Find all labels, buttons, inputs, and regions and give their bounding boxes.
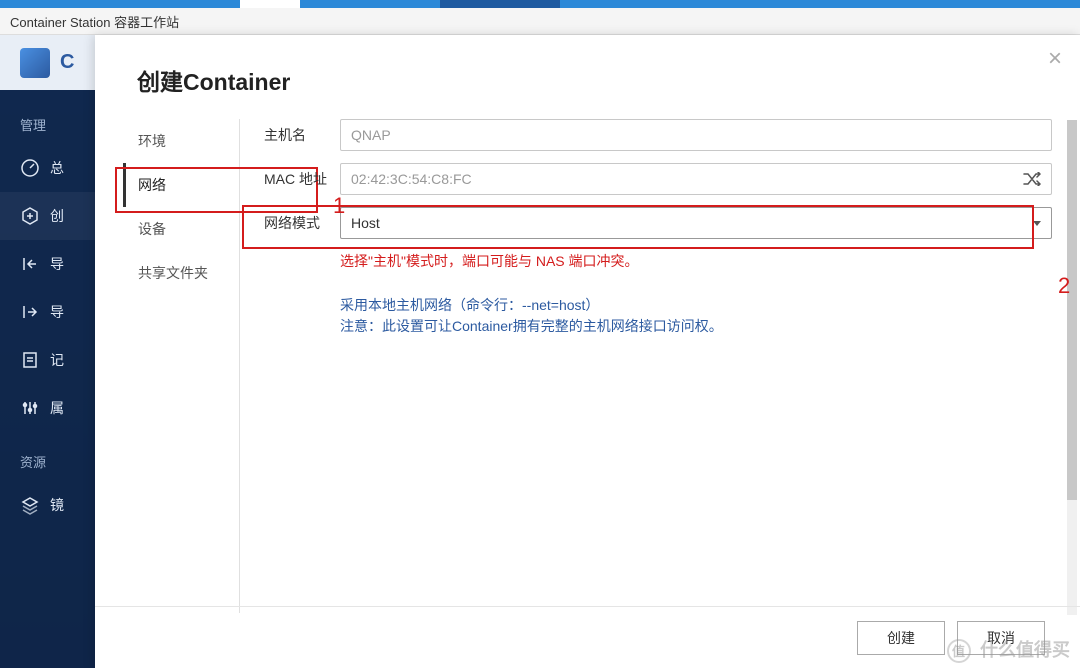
sidebar-label: 创	[50, 206, 64, 226]
sidebar-category-manage: 管理	[0, 105, 95, 144]
chevron-down-icon	[1033, 221, 1041, 226]
mac-row: MAC 地址 02:42:3C:54:C8:FC	[264, 163, 1052, 195]
window-header: Container Station 容器工作站	[0, 8, 1080, 35]
watermark-text: 什么值得买	[980, 640, 1070, 660]
sidebar-item-import[interactable]: 导	[0, 240, 95, 288]
info-line-1: 采用本地主机网络（命令行：--net=host）	[340, 295, 1052, 316]
watermark: 什么值得买	[947, 636, 1070, 663]
sidebar-label: 记	[50, 350, 64, 370]
sidebar-label: 镜	[50, 495, 64, 515]
settings-tabs: 环境 网络 设备 共享文件夹	[95, 119, 240, 613]
tab-device[interactable]: 设备	[123, 207, 239, 251]
network-mode-select[interactable]: Host	[340, 207, 1052, 239]
gauge-icon	[20, 158, 40, 178]
app-brand-text: C	[60, 51, 74, 74]
mac-value: 02:42:3C:54:C8:FC	[351, 171, 472, 187]
sidebar-label: 属	[50, 398, 64, 418]
sidebar-item-create[interactable]: 创	[0, 192, 95, 240]
window-title: Container Station 容器工作站	[10, 12, 179, 31]
desktop-taskbar	[0, 0, 1080, 8]
modal-footer: 创建 取消	[95, 606, 1080, 668]
app-sidebar: 管理 总 创 导 导 记 属 资源 镜	[0, 90, 95, 668]
watermark-icon	[947, 639, 971, 663]
shuffle-icon[interactable]	[1023, 172, 1041, 186]
sidebar-item-export[interactable]: 导	[0, 288, 95, 336]
tab-shared-folder[interactable]: 共享文件夹	[123, 251, 239, 295]
sidebar-item-images[interactable]: 镜	[0, 481, 95, 529]
annotation-1: 1	[333, 193, 345, 219]
network-mode-row: 网络模式 Host	[264, 207, 1052, 239]
create-button[interactable]: 创建	[857, 621, 945, 655]
modal-content: 环境 网络 设备 共享文件夹 主机名 QNAP MAC 地址 02:42:3C:…	[95, 119, 1080, 614]
annotation-2: 2	[1058, 273, 1070, 299]
document-icon	[20, 350, 40, 370]
sidebar-category-resource: 资源	[0, 442, 95, 481]
sidebar-item-properties[interactable]: 属	[0, 384, 95, 432]
sidebar-label: 导	[50, 254, 64, 274]
close-icon[interactable]: ×	[1048, 45, 1062, 73]
hostname-row: 主机名 QNAP	[264, 119, 1052, 151]
info-line-2: 注意：此设置可让Container拥有完整的主机网络接口访问权。	[340, 316, 1052, 337]
form-area: 主机名 QNAP MAC 地址 02:42:3C:54:C8:FC 网络模式 H…	[240, 119, 1080, 613]
network-mode-label: 网络模式	[264, 213, 340, 233]
plus-hexagon-icon	[20, 206, 40, 226]
sidebar-item-overview[interactable]: 总	[0, 144, 95, 192]
app-logo	[20, 48, 50, 78]
tab-environment[interactable]: 环境	[123, 119, 239, 163]
layers-icon	[20, 495, 40, 515]
mac-input[interactable]: 02:42:3C:54:C8:FC	[340, 163, 1052, 195]
modal-title: 创建Container	[95, 35, 1080, 119]
mac-label: MAC 地址	[264, 169, 340, 189]
sliders-icon	[20, 398, 40, 418]
hostname-value: QNAP	[351, 127, 391, 143]
info-text: 采用本地主机网络（命令行：--net=host） 注意：此设置可让Contain…	[340, 295, 1052, 337]
import-icon	[20, 254, 40, 274]
sidebar-item-logs[interactable]: 记	[0, 336, 95, 384]
network-mode-value: Host	[351, 215, 380, 231]
create-container-modal: × 创建Container 环境 网络 设备 共享文件夹 主机名 QNAP MA…	[95, 35, 1080, 668]
export-icon	[20, 302, 40, 322]
sidebar-label: 导	[50, 302, 64, 322]
hostname-input[interactable]: QNAP	[340, 119, 1052, 151]
warning-text: 选择"主机"模式时，端口可能与 NAS 端口冲突。	[340, 251, 1052, 271]
sidebar-label: 总	[50, 158, 64, 178]
hostname-label: 主机名	[264, 125, 340, 145]
tab-network[interactable]: 网络	[123, 163, 239, 207]
